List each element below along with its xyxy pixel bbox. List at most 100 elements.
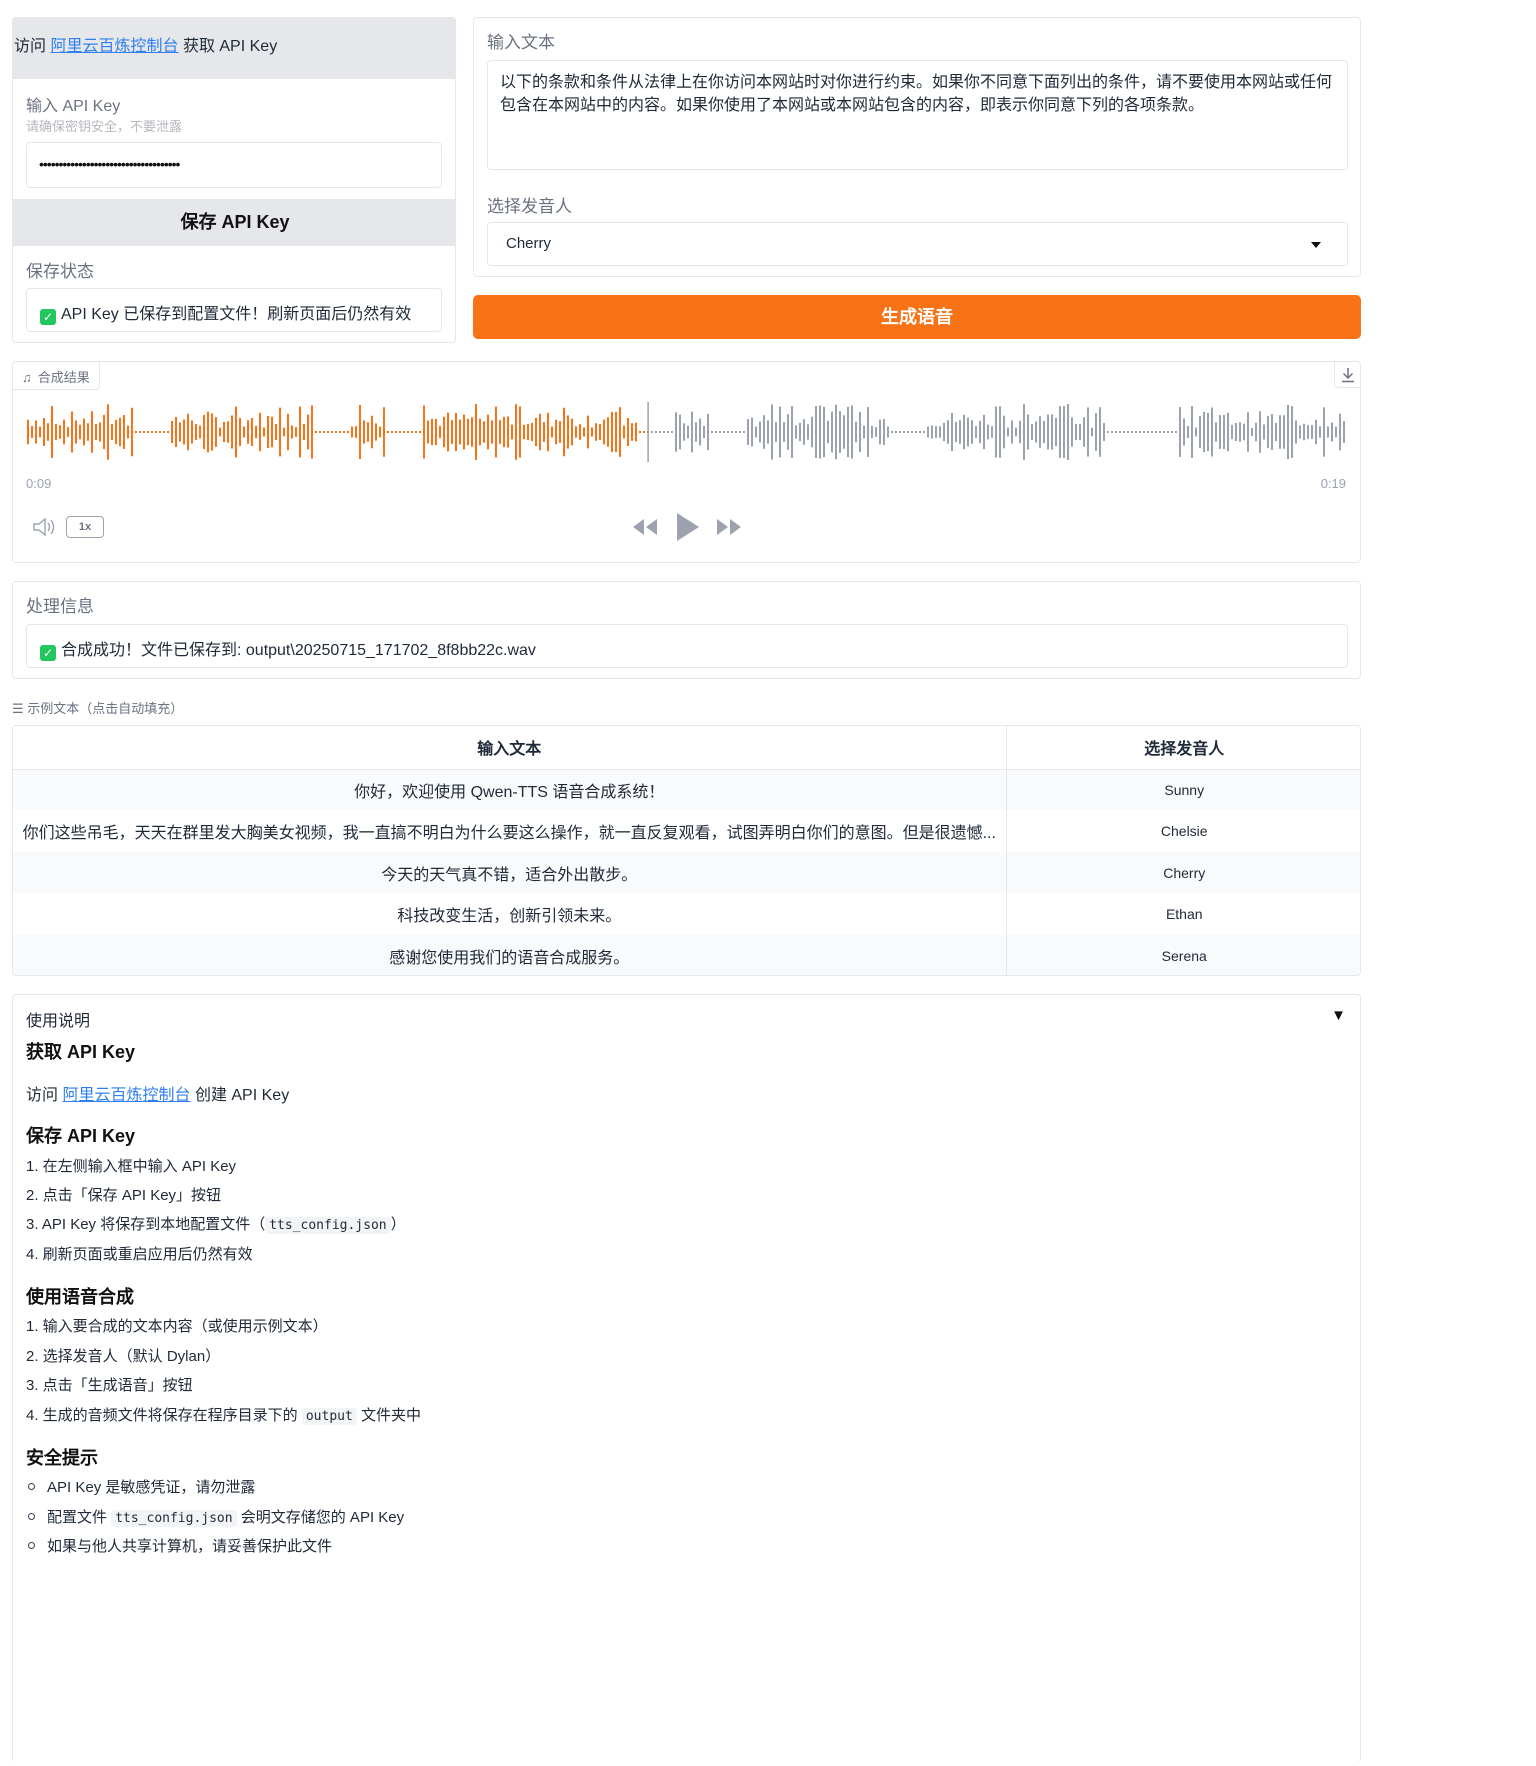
waveform-bar (151, 431, 153, 433)
waveform-bar (1003, 415, 1005, 449)
waveform-bar (351, 426, 353, 438)
waveform-bar (235, 406, 237, 458)
save-step-3-suffix: ） (390, 1216, 406, 1233)
waveform-bar (111, 423, 113, 441)
waveform-bar (1171, 431, 1173, 433)
waveform-bar (375, 423, 377, 441)
waveform-bar (203, 414, 205, 450)
waveform-bar (1147, 431, 1149, 433)
example-row[interactable]: 科技改变生活，创新引领未来。 Ethan (13, 893, 1360, 935)
waveform-bar (1007, 427, 1009, 437)
waveform-bar (887, 426, 889, 438)
waveform-bar (671, 431, 673, 433)
waveform-bar (395, 431, 397, 433)
example-row[interactable]: 今天的天气真不错，适合外出散步。 Cherry (13, 852, 1360, 893)
playhead-cursor[interactable] (647, 402, 649, 462)
save-api-key-button[interactable]: 保存 API Key (13, 199, 455, 246)
waveform-bar (59, 425, 61, 439)
waveform-bar (1155, 431, 1157, 433)
waveform-bar (655, 431, 657, 433)
waveform-bar (487, 414, 489, 450)
waveform-bar (631, 423, 633, 441)
waveform-bar (159, 431, 161, 433)
waveform-bar (419, 431, 421, 433)
waveform-bar (291, 425, 293, 439)
waveform-bar (303, 424, 305, 440)
waveform-bar (983, 414, 985, 450)
waveform-bar (427, 420, 429, 444)
waveform[interactable] (26, 402, 1348, 462)
waveform-bar (707, 413, 709, 451)
waveform-bar (863, 425, 865, 439)
waveform-bar (1231, 425, 1233, 439)
playback-speed-button[interactable]: 1x (66, 516, 104, 538)
waveform-bar (1071, 417, 1073, 447)
waveform-bar (703, 425, 705, 439)
waveform-bar (583, 427, 585, 437)
api-key-hint: 请确保密钥安全，不要泄露 (26, 119, 183, 134)
waveform-bar (567, 415, 569, 449)
waveform-bar (127, 425, 129, 439)
accordion-header[interactable]: 使用说明 ▼ (13, 995, 1362, 1035)
fast-forward-icon[interactable] (715, 517, 743, 537)
waveform-bar (1063, 405, 1065, 459)
waveform-bar (495, 406, 497, 458)
volume-icon[interactable] (32, 516, 58, 538)
process-info-label: 处理信息 (26, 597, 94, 616)
waveform-bar (1263, 424, 1265, 440)
waveform-bar (1023, 404, 1025, 460)
example-row[interactable]: 感谢您使用我们的语音合成服务。 Serena (13, 935, 1360, 975)
waveform-bar (627, 417, 629, 447)
waveform-bar (507, 416, 509, 448)
heading-save-key: 保存 API Key (26, 1126, 136, 1146)
save-step-3: 3. API Key 将保存到本地配置文件（ tts_config.json） (26, 1213, 406, 1234)
example-row[interactable]: 你们这些吊毛，天天在群里发大胸美女视频，我一直搞不明白为什么要这么操作，就一直反… (13, 810, 1360, 852)
playback-speed-label: 1x (78, 521, 92, 533)
example-row[interactable]: 你好，欢迎使用 Qwen-TTS 语音合成系统！ Sunny (13, 769, 1360, 810)
waveform-bar (663, 431, 665, 433)
waveform-bar (879, 419, 881, 445)
speaker-select[interactable]: Cherry (487, 222, 1348, 266)
download-button[interactable] (1334, 362, 1360, 388)
input-text-area[interactable]: 以下的条款和条件从法律上在你访问本网站时对你进行约束。如果你不同意下面列出的条件… (487, 60, 1348, 170)
total-time: 0:19 (1320, 476, 1346, 491)
bailian-console-link-2[interactable]: 阿里云百炼控制台 (62, 1087, 190, 1104)
waveform-bar (1031, 424, 1033, 440)
waveform-bar (943, 422, 945, 442)
waveform-bar (747, 419, 749, 445)
waveform-bar (347, 431, 349, 433)
waveform-bar (831, 411, 833, 453)
security-item-3: 如果与他人共享计算机，请妥善保护此文件 (26, 1535, 332, 1556)
input-text-value: 以下的条款和条件从法律上在你访问本网站时对你进行约束。如果你不同意下面列出的条件… (500, 74, 1333, 114)
generate-speech-button[interactable]: 生成语音 (473, 295, 1361, 339)
waveform-bar (275, 424, 277, 440)
use-step-1: 1. 输入要合成的文本内容（或使用示例文本） (26, 1318, 328, 1335)
api-key-input[interactable]: •••••••••••••••••••••••••••••••••••• (26, 142, 442, 188)
bailian-console-link[interactable]: 阿里云百炼控制台 (50, 38, 178, 55)
api-key-label: 输入 API Key (26, 98, 121, 115)
waveform-bar (299, 406, 301, 458)
waveform-bar (775, 422, 777, 442)
example-speaker: Cherry (1163, 864, 1206, 881)
waveform-bar (71, 411, 73, 453)
heading-use: 使用语音合成 (26, 1287, 134, 1307)
example-speaker: Chelsie (1160, 823, 1208, 839)
api-key-panel: 访问 阿里云百炼控制台 获取 API Key 输入 API Key 请确保密钥安… (12, 17, 456, 343)
waveform-bar (611, 411, 613, 453)
waveform-bar (75, 420, 77, 444)
play-icon[interactable] (675, 511, 701, 543)
rewind-icon[interactable] (631, 517, 659, 537)
waveform-bar (523, 424, 525, 440)
waveform-bar (31, 426, 33, 438)
waveform-bar (467, 418, 469, 446)
waveform-bar (183, 419, 185, 445)
waveform-bar (535, 417, 537, 447)
waveform-bar (1119, 431, 1121, 433)
waveform-bar (1315, 419, 1317, 445)
waveform-bar (35, 420, 37, 444)
list-icon: ☰ (12, 701, 24, 716)
waveform-bar (919, 431, 921, 433)
waveform-bar (431, 418, 433, 446)
waveform-bar (1183, 418, 1185, 446)
waveform-bar (95, 424, 97, 440)
